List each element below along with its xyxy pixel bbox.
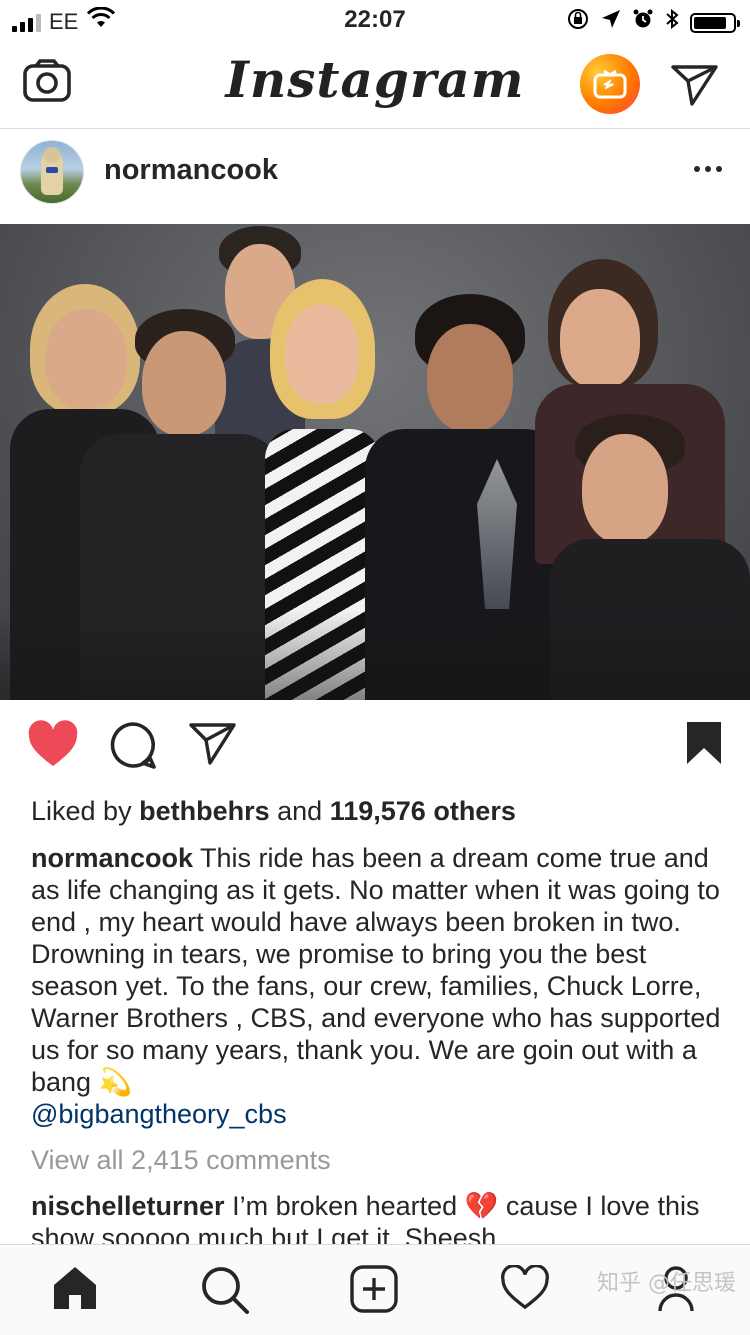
status-bar: EE 22:07 <box>0 0 750 40</box>
search-icon[interactable] <box>200 1265 250 1320</box>
post-actions <box>0 720 750 780</box>
activity-icon[interactable] <box>500 1264 550 1316</box>
watermark-text: 知乎 @任思瑗 <box>597 1271 736 1296</box>
likes-prefix: Liked by <box>31 796 132 826</box>
comment-text: I’m broken hearted <box>232 1191 458 1221</box>
caption-username[interactable]: normancook <box>31 843 193 873</box>
save-icon[interactable] <box>684 720 724 771</box>
post-username[interactable]: normancook <box>104 154 278 187</box>
igtv-icon[interactable] <box>580 54 640 114</box>
likes-summary: Liked by bethbehrs and 119,576 others <box>31 796 516 827</box>
liked-by-user[interactable]: bethbehrs <box>139 796 270 826</box>
more-options-icon[interactable] <box>694 166 722 172</box>
location-icon <box>600 8 622 37</box>
caption-text: This ride has been a dream come true and… <box>31 843 721 1097</box>
like-icon[interactable] <box>27 720 79 773</box>
broken-heart-emoji: 💔 <box>464 1191 499 1221</box>
view-all-comments-link[interactable]: View all 2,415 comments <box>31 1145 331 1176</box>
bottom-tab-bar: 知乎 @任思瑗 <box>0 1244 750 1335</box>
home-icon[interactable] <box>52 1265 98 1316</box>
post-photo[interactable] <box>0 224 750 700</box>
caption-mention[interactable]: @bigbangtheory_cbs <box>31 1098 731 1130</box>
post-header: normancook <box>0 130 750 222</box>
alarm-icon <box>632 8 654 37</box>
bluetooth-icon <box>664 7 680 38</box>
likes-middle: and <box>277 796 323 826</box>
new-post-icon[interactable] <box>350 1265 398 1318</box>
comment-preview: nischelleturner I’m broken hearted 💔 cau… <box>31 1190 731 1244</box>
battery-icon <box>690 12 740 33</box>
comment-username[interactable]: nischelleturner <box>31 1191 225 1221</box>
status-right <box>566 7 740 38</box>
avatar[interactable] <box>20 140 84 204</box>
top-nav-bar: Instagram <box>0 40 750 129</box>
dizzy-emoji: 💫 <box>98 1067 133 1097</box>
post-caption: normancook This ride has been a dream co… <box>31 842 731 1130</box>
orientation-lock-icon <box>566 7 590 38</box>
direct-message-icon[interactable] <box>670 62 720 113</box>
comment-icon[interactable] <box>108 720 158 775</box>
likes-count[interactable]: 119,576 others <box>330 796 516 826</box>
share-icon[interactable] <box>188 720 238 773</box>
